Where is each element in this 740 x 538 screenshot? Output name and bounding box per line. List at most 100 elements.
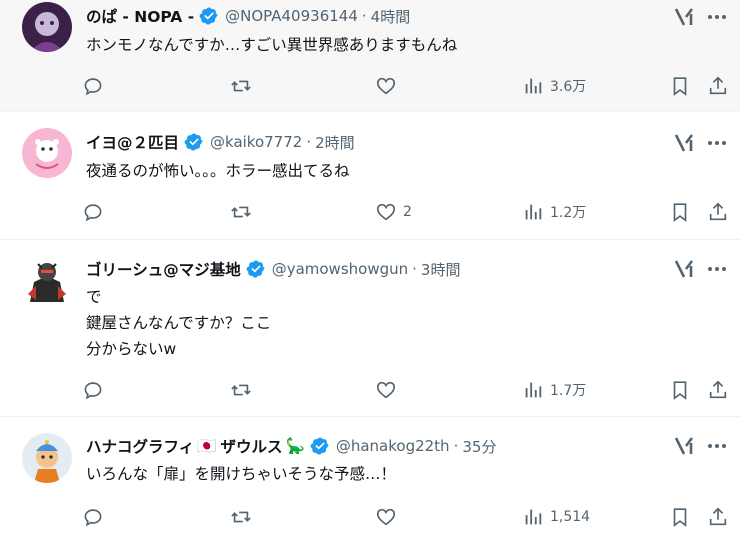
separator-dot: · (412, 260, 417, 278)
action-bar: 3.6万 (0, 72, 740, 100)
timestamp[interactable]: 4時間 (371, 6, 411, 27)
grok-icon[interactable] (672, 257, 696, 281)
verified-badge-icon (184, 132, 204, 152)
tweet-text: で 鍵屋さんなんですか？ここ 分からないw (86, 284, 720, 362)
bookmark-icon (673, 381, 687, 400)
retweet-button[interactable] (230, 503, 258, 531)
handle[interactable]: @NOPA40936144 (225, 7, 358, 25)
tweet-4[interactable]: ハナコグラフィ 🇯🇵 ザウルス 🦕 @hanakog22th · 35分 いろん… (0, 417, 740, 538)
tweet-text-line: 夜通るのが怖い。。。ホラー感出てるね (86, 162, 350, 180)
share-button[interactable] (707, 376, 729, 404)
bookmark-icon (673, 203, 687, 222)
grok-icon[interactable] (672, 5, 696, 29)
tweet-text-line: ホンモノなんですか…すごい異世界感ありますもんね (86, 36, 458, 54)
bookmark-button[interactable] (669, 376, 691, 404)
display-name-suffix[interactable]: ザウルス (221, 435, 283, 457)
like-icon (376, 203, 396, 221)
tweet-2[interactable]: イヨ@２匹目 @kaiko7772 · 2時間 夜通るのが怖い。。。ホラー感出て… (0, 112, 740, 240)
views-button[interactable]: 1.2万 (522, 198, 586, 226)
avatar[interactable] (22, 256, 72, 306)
display-name[interactable]: イヨ@２匹目 (86, 131, 179, 153)
like-icon (376, 381, 396, 399)
flag-emoji: 🇯🇵 (197, 437, 217, 455)
like-button[interactable] (375, 376, 403, 404)
views-icon (525, 204, 542, 220)
action-bar: 1.7万 (0, 376, 740, 404)
bookmark-button[interactable] (669, 503, 691, 531)
reply-button[interactable] (82, 376, 110, 404)
handle[interactable]: @kaiko7772 (210, 133, 302, 151)
timestamp[interactable]: 3時間 (421, 259, 461, 280)
avatar[interactable] (22, 433, 72, 483)
views-button[interactable]: 1.7万 (522, 376, 586, 404)
views-button[interactable]: 3.6万 (522, 72, 586, 100)
share-icon (709, 507, 727, 526)
action-bar: 1,514 (0, 503, 740, 531)
share-button[interactable] (707, 198, 729, 226)
share-icon (709, 76, 727, 95)
tweet-text: ホンモノなんですか…すごい異世界感ありますもんね (86, 32, 720, 58)
verified-badge-icon (246, 259, 266, 279)
tweet-text-line: 分からないw (86, 340, 177, 358)
display-name[interactable]: ゴリーシュ@マジ基地 (86, 258, 241, 280)
display-name[interactable]: のぱ - NOPA - (86, 5, 194, 27)
avatar[interactable] (22, 128, 72, 178)
dinosaur-emoji: 🦕 (285, 437, 305, 455)
retweet-button[interactable] (230, 72, 258, 100)
bookmark-button[interactable] (669, 198, 691, 226)
retweet-icon (231, 80, 251, 92)
like-button[interactable]: 2 (375, 198, 412, 226)
timestamp[interactable]: 2時間 (315, 132, 355, 153)
more-icon[interactable] (705, 434, 729, 458)
like-button[interactable] (375, 503, 403, 531)
verified-badge-icon (310, 436, 330, 456)
reply-icon (84, 382, 102, 400)
like-count: 2 (403, 204, 412, 220)
handle[interactable]: @yamowshowgun (272, 260, 408, 278)
views-count: 1,514 (550, 509, 591, 525)
timestamp[interactable]: 35分 (462, 436, 496, 457)
more-icon[interactable] (705, 5, 729, 29)
like-icon (376, 508, 396, 526)
tweet-header: ゴリーシュ@マジ基地 @yamowshowgun · 3時間 (86, 258, 460, 280)
views-count: 3.6万 (550, 79, 587, 95)
more-icon[interactable] (705, 257, 729, 281)
grok-icon[interactable] (672, 131, 696, 155)
reply-icon (84, 78, 102, 96)
reply-button[interactable] (82, 72, 110, 100)
retweet-button[interactable] (230, 198, 258, 226)
tweet-header: のぱ - NOPA - @NOPA40936144 · 4時間 (86, 5, 410, 27)
separator-dot: · (361, 7, 367, 25)
views-button[interactable]: 1,514 (522, 503, 590, 531)
retweet-button[interactable] (230, 376, 258, 404)
views-icon (525, 382, 542, 398)
bookmark-button[interactable] (669, 72, 691, 100)
share-icon (709, 202, 727, 221)
share-button[interactable] (707, 503, 729, 531)
tweet-text: いろんな「扉」を開けちゃいそうな予感…！ (86, 461, 720, 487)
retweet-icon (231, 384, 251, 396)
views-count: 1.7万 (550, 383, 587, 399)
grok-icon[interactable] (672, 434, 696, 458)
views-count: 1.2万 (550, 205, 587, 221)
reply-button[interactable] (82, 503, 110, 531)
more-icon[interactable] (705, 131, 729, 155)
tweet-text: 夜通るのが怖い。。。ホラー感出てるね (86, 158, 720, 184)
share-button[interactable] (707, 72, 729, 100)
views-icon (525, 509, 542, 525)
tweet-header: ハナコグラフィ 🇯🇵 ザウルス 🦕 @hanakog22th · 35分 (86, 435, 496, 457)
display-name[interactable]: ハナコグラフィ (86, 435, 194, 457)
separator-dot: · (453, 437, 459, 455)
tweet-1[interactable]: のぱ - NOPA - @NOPA40936144 · 4時間 ホンモノなんです… (0, 0, 740, 112)
like-button[interactable] (375, 72, 403, 100)
handle[interactable]: @hanakog22th (336, 437, 450, 455)
retweet-icon (231, 511, 251, 523)
like-icon (376, 77, 396, 95)
avatar[interactable] (22, 2, 72, 52)
separator-dot: · (306, 133, 312, 151)
share-icon (709, 380, 727, 399)
tweet-text-line: 鍵屋さんなんですか？ここ (86, 314, 272, 332)
reply-button[interactable] (82, 198, 110, 226)
action-bar: 2 1.2万 (0, 198, 740, 226)
tweet-3[interactable]: ゴリーシュ@マジ基地 @yamowshowgun · 3時間 で 鍵屋さんなんで… (0, 240, 740, 417)
